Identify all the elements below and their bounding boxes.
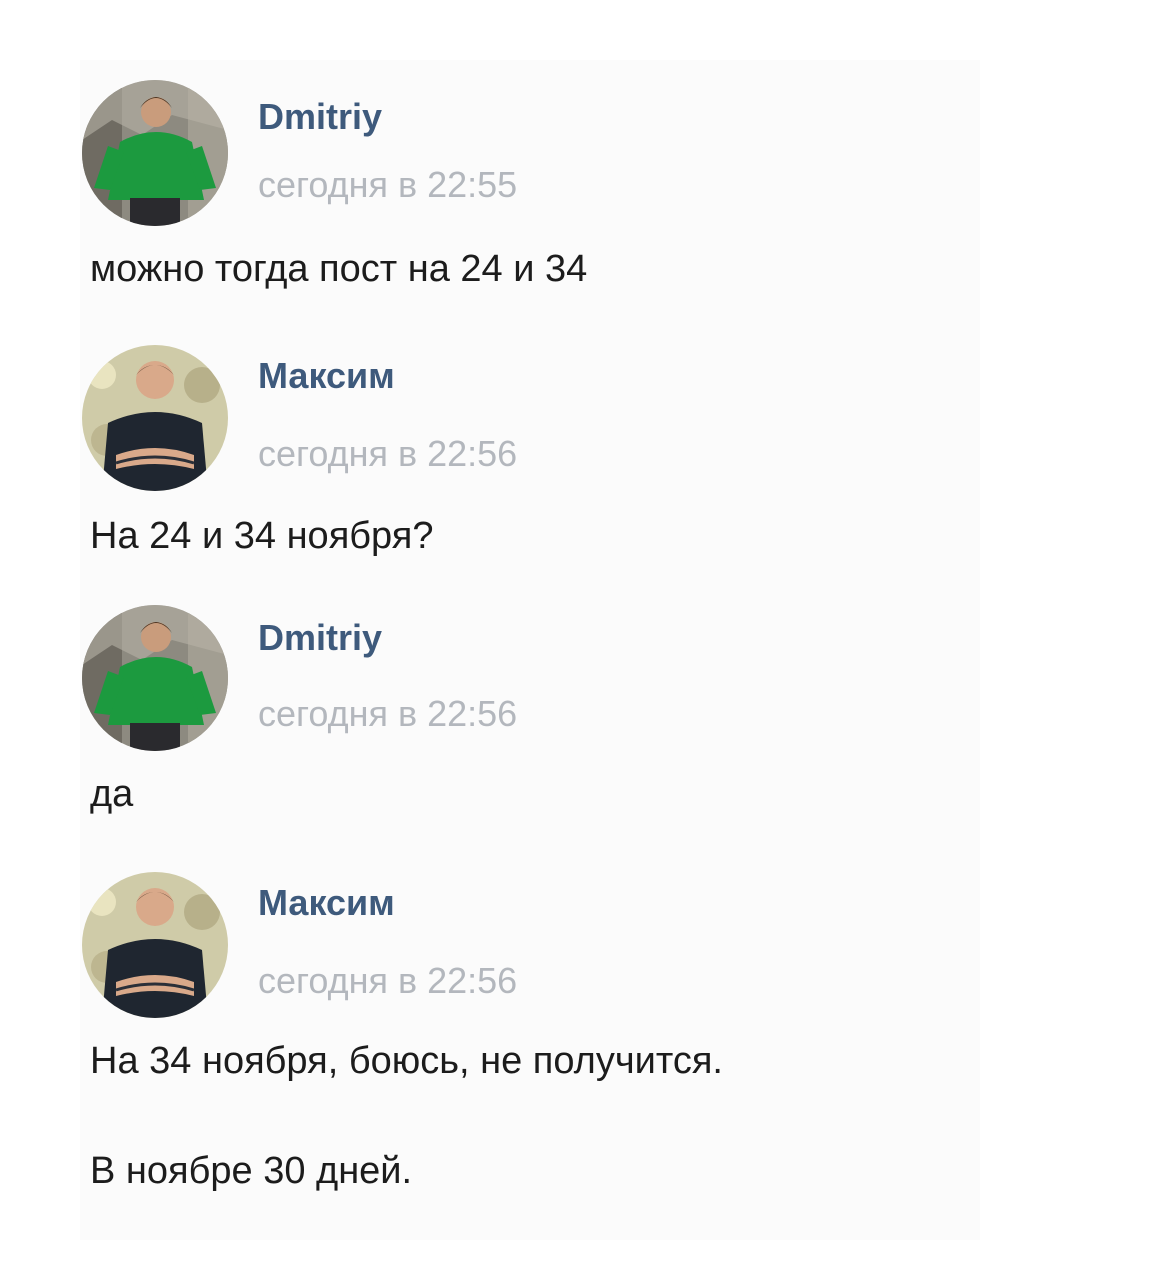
message-text: да (90, 773, 134, 815)
chat-message-list: Dmitriy сегодня в 22:55 можно тогда пост… (80, 60, 980, 1240)
message-text: можно тогда пост на 24 и 34 (90, 248, 588, 290)
message-timestamp[interactable]: сегодня в 22:56 (258, 960, 517, 1002)
message-author[interactable]: Dmitriy (258, 96, 382, 138)
message-timestamp[interactable]: сегодня в 22:55 (258, 164, 517, 206)
message-text: На 34 ноября, боюсь, не получится. (90, 1040, 723, 1082)
avatar[interactable] (82, 605, 228, 751)
message-text: В ноябре 30 дней. (90, 1150, 413, 1192)
message-timestamp[interactable]: сегодня в 22:56 (258, 693, 517, 735)
message-author[interactable]: Максим (258, 355, 395, 397)
user-photo-green-sweater-icon (82, 80, 228, 226)
message-author[interactable]: Dmitriy (258, 617, 382, 659)
message-timestamp[interactable]: сегодня в 22:56 (258, 433, 517, 475)
user-photo-dark-shirt-icon (82, 872, 228, 1018)
avatar[interactable] (82, 345, 228, 491)
avatar[interactable] (82, 80, 228, 226)
avatar[interactable] (82, 872, 228, 1018)
user-photo-green-sweater-icon (82, 605, 228, 751)
message-text: На 24 и 34 ноября? (90, 515, 434, 557)
message-author[interactable]: Максим (258, 882, 395, 924)
user-photo-dark-shirt-icon (82, 345, 228, 491)
